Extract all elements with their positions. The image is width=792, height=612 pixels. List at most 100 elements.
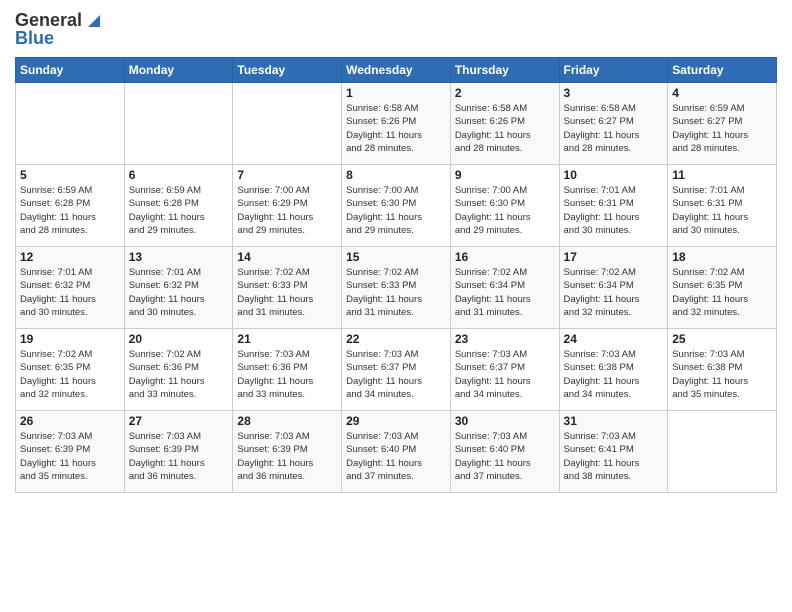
day-number: 11 [672,168,772,182]
calendar-week-row: 5 Sunrise: 6:59 AMSunset: 6:28 PMDaylight… [16,165,777,247]
day-info: Sunrise: 7:02 AMSunset: 6:36 PMDaylight:… [129,348,229,401]
page: General Blue SundayMondayTuesdayWednesda… [0,0,792,612]
day-number: 10 [564,168,664,182]
day-info: Sunrise: 7:03 AMSunset: 6:40 PMDaylight:… [346,430,446,483]
calendar-cell: 25 Sunrise: 7:03 AMSunset: 6:38 PMDayligh… [668,329,777,411]
calendar-cell: 22 Sunrise: 7:03 AMSunset: 6:37 PMDayligh… [342,329,451,411]
day-info: Sunrise: 7:02 AMSunset: 6:33 PMDaylight:… [237,266,337,319]
day-number: 1 [346,86,446,100]
calendar-cell: 10 Sunrise: 7:01 AMSunset: 6:31 PMDayligh… [559,165,668,247]
calendar-cell: 29Sunrise: 7:03 AMSunset: 6:40 PMDayligh… [342,411,451,493]
day-number: 28 [237,414,337,428]
calendar-cell: 8 Sunrise: 7:00 AMSunset: 6:30 PMDaylight… [342,165,451,247]
day-info: Sunrise: 7:01 AMSunset: 6:31 PMDaylight:… [672,184,772,237]
calendar-cell: 7 Sunrise: 7:00 AMSunset: 6:29 PMDaylight… [233,165,342,247]
calendar-cell: 1Sunrise: 6:58 AMSunset: 6:26 PMDaylight… [342,83,451,165]
day-number: 15 [346,250,446,264]
calendar-cell: 30Sunrise: 7:03 AMSunset: 6:40 PMDayligh… [450,411,559,493]
day-number: 8 [346,168,446,182]
calendar-cell: 26 Sunrise: 7:03 AMSunset: 6:39 PMDayligh… [16,411,125,493]
day-info: Sunrise: 7:00 AMSunset: 6:30 PMDaylight:… [455,184,555,237]
calendar-cell: 9 Sunrise: 7:00 AMSunset: 6:30 PMDaylight… [450,165,559,247]
day-info: Sunrise: 7:03 AMSunset: 6:38 PMDaylight:… [564,348,664,401]
calendar-cell: 28 Sunrise: 7:03 AMSunset: 6:39 PMDayligh… [233,411,342,493]
calendar-cell: 6Sunrise: 6:59 AMSunset: 6:28 PMDaylight… [124,165,233,247]
calendar-cell: 27 Sunrise: 7:03 AMSunset: 6:39 PMDayligh… [124,411,233,493]
day-info: Sunrise: 7:03 AMSunset: 6:37 PMDaylight:… [346,348,446,401]
day-number: 3 [564,86,664,100]
calendar-cell: 13Sunrise: 7:01 AMSunset: 6:32 PMDayligh… [124,247,233,329]
calendar-cell: 5Sunrise: 6:59 AMSunset: 6:28 PMDaylight… [16,165,125,247]
day-info: Sunrise: 7:03 AMSunset: 6:39 PMDaylight:… [20,430,120,483]
col-header-wednesday: Wednesday [342,58,451,83]
day-number: 5 [20,168,120,182]
day-info: Sunrise: 7:00 AMSunset: 6:30 PMDaylight:… [346,184,446,237]
calendar-cell: 2 Sunrise: 6:58 AMSunset: 6:26 PMDaylight… [450,83,559,165]
day-number: 7 [237,168,337,182]
day-number: 4 [672,86,772,100]
day-number: 9 [455,168,555,182]
day-number: 18 [672,250,772,264]
calendar-cell: 17Sunrise: 7:02 AMSunset: 6:34 PMDayligh… [559,247,668,329]
calendar-cell: 23Sunrise: 7:03 AMSunset: 6:37 PMDayligh… [450,329,559,411]
day-number: 21 [237,332,337,346]
calendar-cell: 24 Sunrise: 7:03 AMSunset: 6:38 PMDayligh… [559,329,668,411]
col-header-thursday: Thursday [450,58,559,83]
day-number: 23 [455,332,555,346]
calendar-week-row: 12 Sunrise: 7:01 AMSunset: 6:32 PMDayligh… [16,247,777,329]
day-number: 31 [564,414,664,428]
day-info: Sunrise: 7:01 AMSunset: 6:32 PMDaylight:… [129,266,229,319]
calendar-cell [124,83,233,165]
day-number: 12 [20,250,120,264]
day-number: 2 [455,86,555,100]
day-info: Sunrise: 7:02 AMSunset: 6:33 PMDaylight:… [346,266,446,319]
day-number: 24 [564,332,664,346]
calendar-cell: 15 Sunrise: 7:02 AMSunset: 6:33 PMDayligh… [342,247,451,329]
col-header-saturday: Saturday [668,58,777,83]
calendar-week-row: 26 Sunrise: 7:03 AMSunset: 6:39 PMDayligh… [16,411,777,493]
calendar-cell: 21Sunrise: 7:03 AMSunset: 6:36 PMDayligh… [233,329,342,411]
col-header-monday: Monday [124,58,233,83]
day-number: 27 [129,414,229,428]
calendar-cell: 3Sunrise: 6:58 AMSunset: 6:27 PMDaylight… [559,83,668,165]
calendar-header-row: SundayMondayTuesdayWednesdayThursdayFrid… [16,58,777,83]
day-info: Sunrise: 7:03 AMSunset: 6:39 PMDaylight:… [129,430,229,483]
calendar-cell: 11 Sunrise: 7:01 AMSunset: 6:31 PMDayligh… [668,165,777,247]
day-info: Sunrise: 7:03 AMSunset: 6:41 PMDaylight:… [564,430,664,483]
header: General Blue [15,10,777,49]
day-number: 14 [237,250,337,264]
calendar-cell: 12Sunrise: 7:01 AMSunset: 6:32 PMDayligh… [16,247,125,329]
col-header-sunday: Sunday [16,58,125,83]
calendar-week-row: 1 Sunrise: 6:58 AMSunset: 6:26 PMDaylight… [16,83,777,165]
calendar-cell: 4 Sunrise: 6:59 AMSunset: 6:27 PMDaylight… [668,83,777,165]
logo: General Blue [15,10,104,49]
day-info: Sunrise: 7:02 AMSunset: 6:34 PMDaylight:… [455,266,555,319]
col-header-tuesday: Tuesday [233,58,342,83]
day-number: 19 [20,332,120,346]
calendar-cell [16,83,125,165]
day-info: Sunrise: 6:59 AMSunset: 6:27 PMDaylight:… [672,102,772,155]
day-number: 25 [672,332,772,346]
day-number: 20 [129,332,229,346]
logo-blue-text: Blue [15,28,54,50]
calendar-cell [233,83,342,165]
day-number: 17 [564,250,664,264]
calendar-cell [668,411,777,493]
col-header-friday: Friday [559,58,668,83]
day-info: Sunrise: 7:02 AMSunset: 6:35 PMDaylight:… [672,266,772,319]
day-info: Sunrise: 7:02 AMSunset: 6:35 PMDaylight:… [20,348,120,401]
day-info: Sunrise: 7:03 AMSunset: 6:38 PMDaylight:… [672,348,772,401]
calendar-table: SundayMondayTuesdayWednesdayThursdayFrid… [15,57,777,493]
day-number: 30 [455,414,555,428]
day-info: Sunrise: 7:03 AMSunset: 6:39 PMDaylight:… [237,430,337,483]
day-number: 26 [20,414,120,428]
day-info: Sunrise: 7:01 AMSunset: 6:31 PMDaylight:… [564,184,664,237]
calendar-week-row: 19 Sunrise: 7:02 AMSunset: 6:35 PMDayligh… [16,329,777,411]
day-info: Sunrise: 7:00 AMSunset: 6:29 PMDaylight:… [237,184,337,237]
day-info: Sunrise: 6:59 AMSunset: 6:28 PMDaylight:… [129,184,229,237]
calendar-cell: 16Sunrise: 7:02 AMSunset: 6:34 PMDayligh… [450,247,559,329]
day-number: 22 [346,332,446,346]
calendar-cell: 31 Sunrise: 7:03 AMSunset: 6:41 PMDayligh… [559,411,668,493]
day-info: Sunrise: 6:58 AMSunset: 6:26 PMDaylight:… [455,102,555,155]
calendar-cell: 18 Sunrise: 7:02 AMSunset: 6:35 PMDayligh… [668,247,777,329]
